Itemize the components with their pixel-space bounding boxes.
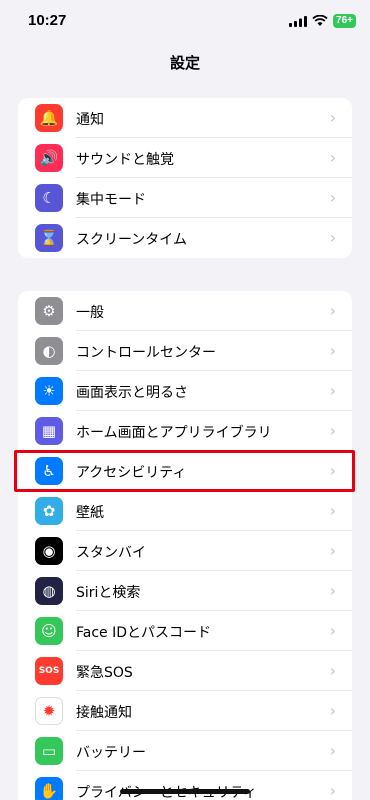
chevron-right-icon: ›: [329, 661, 336, 680]
exposure-icon: ✹: [35, 697, 63, 725]
chevron-right-icon: ›: [329, 188, 336, 207]
settings-row[interactable]: 🔔 通知 ›: [18, 98, 352, 138]
chevron-right-icon: ›: [329, 781, 336, 800]
hourglass-icon: ⌛: [35, 224, 63, 252]
settings-row[interactable]: 🔊 サウンドと触覚 ›: [18, 138, 352, 178]
wifi-icon: [312, 15, 328, 26]
chevron-right-icon: ›: [329, 501, 336, 520]
app-grid-icon: ▦: [35, 417, 63, 445]
chevron-right-icon: ›: [329, 228, 336, 247]
chevron-right-icon: ›: [329, 541, 336, 560]
settings-row-label: バッテリー: [76, 745, 146, 761]
flower-icon: ✿: [35, 497, 63, 525]
page-title: 設定: [169, 54, 200, 72]
sos-icon: SOS: [35, 657, 63, 685]
settings-row[interactable]: ✋プライバシーとセキュリティ›: [18, 771, 352, 800]
settings-row[interactable]: ◐ コントロールセンター ›: [18, 331, 352, 371]
chevron-right-icon: ›: [329, 108, 336, 127]
settings-row-label: サウンドと触覚: [76, 152, 174, 168]
settings-row-label: 集中モード: [76, 192, 146, 208]
settings-row-label: 画面表示と明るさ: [76, 385, 188, 401]
siri-icon: ◍: [35, 577, 63, 605]
settings-row[interactable]: ☀ 画面表示と明るさ ›: [18, 371, 352, 411]
standby-icon: ◉: [35, 537, 63, 565]
chevron-right-icon: ›: [329, 701, 336, 720]
settings-row-label: 壁紙: [76, 505, 104, 521]
settings-row-label: Face IDとパスコード: [76, 625, 212, 641]
brightness-icon: ☀: [35, 377, 63, 405]
chevron-right-icon: ›: [329, 581, 336, 600]
settings-row[interactable]: SOS 緊急SOS ›: [18, 651, 352, 691]
settings-row[interactable]: ☾ 集中モード ›: [18, 178, 352, 218]
home-indicator: [120, 789, 250, 794]
settings-row-label: スタンバイ: [76, 545, 146, 561]
settings-row[interactable]: ☺ Face IDとパスコード ›: [18, 611, 352, 651]
battery-indicator: 76+: [333, 14, 356, 28]
settings-row-label: 緊急SOS: [76, 665, 133, 681]
chevron-right-icon: ›: [329, 381, 336, 400]
bell-icon: 🔔: [35, 104, 63, 132]
settings-group-1: 🔔 通知 › 🔊 サウンドと触覚 › ☾ 集中モード › ⌛ スクリーンタイム ›: [18, 98, 352, 258]
settings-row[interactable]: ◉ スタンバイ ›: [18, 531, 352, 571]
settings-row-label: 通知: [76, 112, 104, 128]
battery-icon: ▭: [35, 737, 63, 765]
settings-row-label: 接触通知: [76, 705, 132, 721]
settings-row[interactable]: ▭ バッテリー ›: [18, 731, 352, 771]
settings-row-label: コントロールセンター: [76, 345, 216, 361]
speaker-icon: 🔊: [35, 144, 63, 172]
chevron-right-icon: ›: [329, 621, 336, 640]
cellular-signal-icon: [289, 15, 308, 27]
chevron-right-icon: ›: [329, 741, 336, 760]
settings-row[interactable]: ✹ 接触通知 ›: [18, 691, 352, 731]
settings-row[interactable]: ⚙ 一般 ›: [18, 291, 352, 331]
moon-icon: ☾: [35, 184, 63, 212]
settings-group-2: ⚙ 一般 › ◐ コントロールセンター › ☀ 画面表示と明るさ › ▦ ホーム画面とアプリライブラ…: [18, 291, 352, 800]
settings-row-label: Siriと検索: [76, 585, 141, 601]
face-id-icon: ☺: [35, 617, 63, 645]
status-indicators: 76+: [289, 14, 356, 28]
settings-row-label: ホーム画面とアプリライブラリ: [76, 425, 272, 441]
chevron-right-icon: ›: [329, 421, 336, 440]
toggles-icon: ◐: [35, 337, 63, 365]
settings-row[interactable]: ✿ 壁紙 ›: [18, 491, 352, 531]
chevron-right-icon: ›: [329, 148, 336, 167]
chevron-right-icon: ›: [329, 341, 336, 360]
settings-row-label: スクリーンタイム: [76, 232, 188, 248]
settings-row[interactable]: ⌛ スクリーンタイム ›: [18, 218, 352, 258]
chevron-right-icon: ›: [329, 301, 336, 320]
gear-icon: ⚙: [35, 297, 63, 325]
highlight-frame: [14, 450, 355, 492]
status-bar: 10:27 76+: [0, 0, 370, 44]
status-time: 10:27: [28, 12, 67, 29]
settings-row[interactable]: ▦ ホーム画面とアプリライブラリ ›: [18, 411, 352, 451]
settings-row-label: 一般: [76, 305, 104, 321]
settings-row[interactable]: ◍ Siriと検索 ›: [18, 571, 352, 611]
hand-icon: ✋: [35, 777, 63, 800]
